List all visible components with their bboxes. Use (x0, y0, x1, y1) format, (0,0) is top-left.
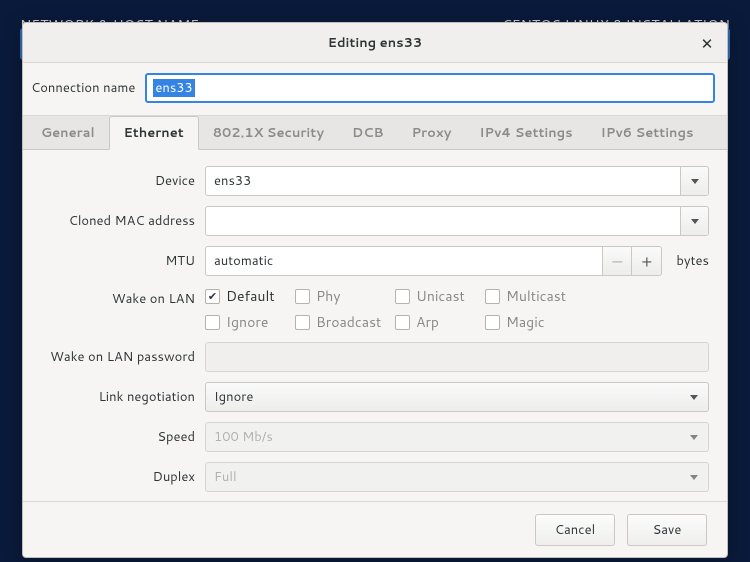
tab-proxy[interactable]: Proxy (398, 116, 466, 149)
wol-password-label: Wake on LAN password (33, 348, 205, 366)
checkbox-icon (205, 315, 220, 330)
duplex-select: Full (205, 462, 709, 492)
checkbox-icon (395, 289, 410, 304)
mtu-input[interactable]: automatic (205, 246, 602, 276)
cancel-button[interactable]: Cancel (535, 514, 615, 546)
mtu-label: MTU (33, 252, 205, 270)
device-value: ens33 (206, 172, 680, 190)
speed-select: 100 Mb/s (205, 422, 709, 452)
device-label: Device (33, 172, 205, 190)
checkbox-label: Broadcast (316, 312, 381, 332)
checkbox-icon (205, 289, 220, 304)
edit-connection-dialog: Editing ens33 ✕ Connection name ens33 Ge… (22, 22, 728, 558)
wol-broadcast-checkbox[interactable]: Broadcast (295, 312, 395, 332)
checkbox-icon (485, 315, 500, 330)
titlebar: Editing ens33 ✕ (23, 23, 727, 63)
checkbox-label: Magic (506, 312, 545, 332)
checkbox-label: Default (226, 286, 275, 306)
wol-multicast-checkbox[interactable]: Multicast (485, 286, 585, 306)
checkbox-icon (295, 289, 310, 304)
chevron-down-icon[interactable] (680, 167, 708, 195)
wol-phy-checkbox[interactable]: Phy (295, 286, 395, 306)
cloned-mac-label: Cloned MAC address (33, 212, 205, 230)
checkbox-icon (485, 289, 500, 304)
tabs: GeneralEthernet802.1X SecurityDCBProxyIP… (23, 116, 727, 150)
wol-magic-checkbox[interactable]: Magic (485, 312, 585, 332)
tab-802-1x-security[interactable]: 802.1X Security (199, 116, 338, 149)
mtu-units: bytes (668, 252, 709, 270)
mtu-decrement-button[interactable]: − (602, 246, 632, 276)
chevron-down-icon[interactable] (680, 207, 708, 235)
tab-ethernet[interactable]: Ethernet (109, 116, 199, 150)
duplex-value: Full (206, 468, 680, 486)
wol-label: Wake on LAN (33, 286, 205, 308)
tab-ipv4-settings[interactable]: IPv4 Settings (465, 116, 586, 149)
link-negotiation-value: Ignore (206, 388, 680, 406)
wol-checkbox-group: Default Phy Unicast Multicast Ignore Broadcas… (205, 286, 709, 332)
link-negotiation-label: Link negotiation (33, 388, 205, 406)
tab-general[interactable]: General (27, 116, 109, 149)
save-button[interactable]: Save (627, 514, 707, 546)
ethernet-tab-pane: Device ens33 Cloned MAC address MTU (23, 150, 727, 501)
checkbox-label: Multicast (506, 286, 566, 306)
tab-dcb[interactable]: DCB (338, 116, 398, 149)
mtu-increment-button[interactable]: + (632, 246, 662, 276)
speed-value: 100 Mb/s (206, 428, 680, 446)
wol-ignore-checkbox[interactable]: Ignore (205, 312, 295, 332)
mtu-value: automatic (206, 252, 602, 270)
chevron-down-icon (680, 423, 708, 451)
device-combo[interactable]: ens33 (205, 166, 709, 196)
checkbox-icon (395, 315, 410, 330)
cloned-mac-combo[interactable] (205, 206, 709, 236)
connection-name-label: Connection name (31, 79, 135, 97)
wol-default-checkbox[interactable]: Default (205, 286, 295, 306)
dialog-title: Editing ens33 (328, 34, 422, 52)
wol-unicast-checkbox[interactable]: Unicast (395, 286, 485, 306)
checkbox-icon (295, 315, 310, 330)
link-negotiation-select[interactable]: Ignore (205, 382, 709, 412)
wol-password-input (205, 342, 709, 372)
checkbox-label: Unicast (416, 286, 465, 306)
duplex-label: Duplex (33, 468, 205, 486)
chevron-down-icon (680, 463, 708, 491)
connection-name-input[interactable]: ens33 (145, 73, 715, 103)
close-icon[interactable]: ✕ (697, 33, 717, 53)
connection-name-value: ens33 (153, 79, 194, 97)
chevron-down-icon[interactable] (680, 383, 708, 411)
checkbox-label: Ignore (226, 312, 268, 332)
checkbox-label: Arp (416, 312, 439, 332)
speed-label: Speed (33, 428, 205, 446)
tab-ipv6-settings[interactable]: IPv6 Settings (587, 116, 708, 149)
checkbox-label: Phy (316, 286, 341, 306)
wol-arp-checkbox[interactable]: Arp (395, 312, 485, 332)
